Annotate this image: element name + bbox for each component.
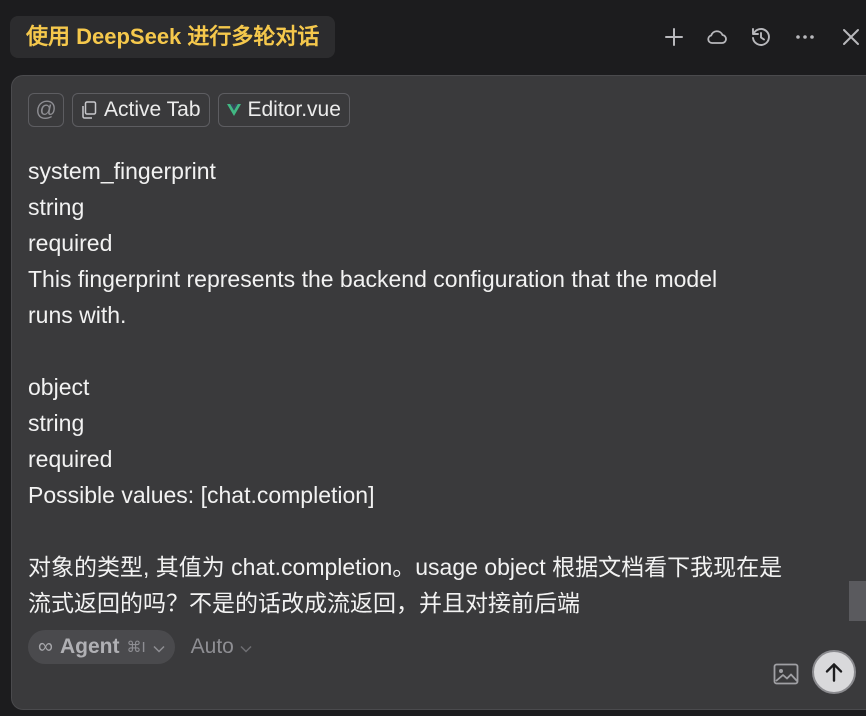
- message-line: Possible values: [chat.completion]: [28, 482, 375, 508]
- message-line: runs with.: [28, 302, 127, 328]
- message-line: object: [28, 374, 90, 400]
- file-chip[interactable]: Editor.vue: [217, 93, 350, 127]
- chat-composer[interactable]: @ Active Tab Editor.vue system_fingerpri…: [11, 75, 866, 710]
- cloud-icon[interactable]: [704, 24, 730, 50]
- agent-mode-selector[interactable]: ∞ Agent ⌘I: [28, 630, 175, 664]
- model-selector[interactable]: Auto: [191, 635, 252, 659]
- message-line: [28, 513, 828, 549]
- copy-icon: [81, 101, 97, 119]
- history-icon[interactable]: [748, 24, 774, 50]
- composer-footer: ∞ Agent ⌘I Auto: [28, 630, 252, 664]
- close-icon[interactable]: [838, 24, 864, 50]
- message-line: required: [28, 230, 113, 256]
- message-line: system_fingerprint: [28, 158, 216, 184]
- message-line: 对象的类型, 其值为 chat.completion。usage object …: [28, 554, 783, 580]
- model-label: Auto: [190, 635, 234, 658]
- message-line: [28, 333, 828, 369]
- message-line: string: [28, 194, 85, 220]
- chevron-down-icon: [240, 635, 252, 659]
- agent-mode-label: Agent: [59, 635, 120, 658]
- message-line: 流式返回的吗？不是的话改成流返回，并且对接前后端: [28, 590, 580, 616]
- send-button[interactable]: [812, 650, 856, 694]
- plus-icon[interactable]: [661, 24, 687, 50]
- message-line: required: [28, 446, 113, 472]
- message-line: string: [28, 410, 85, 436]
- more-icon[interactable]: [792, 24, 818, 50]
- mention-button[interactable]: @: [28, 93, 64, 127]
- vue-icon: [226, 104, 241, 116]
- chevron-down-icon: [153, 635, 165, 659]
- chat-title[interactable]: 使用 DeepSeek 进行多轮对话: [10, 16, 336, 58]
- arrow-up-icon: [825, 663, 843, 682]
- image-icon[interactable]: [773, 663, 801, 687]
- file-chip-label: Editor.vue: [247, 98, 341, 121]
- context-chips: @ Active Tab Editor.vue: [28, 93, 350, 127]
- message-line: This fingerprint represents the backend …: [28, 266, 718, 292]
- active-tab-label: Active Tab: [104, 98, 201, 121]
- agent-shortcut: ⌘I: [126, 639, 146, 656]
- active-tab-chip[interactable]: Active Tab: [72, 93, 210, 127]
- title-bar: 使用 DeepSeek 进行多轮对话: [0, 0, 866, 76]
- scrollbar-thumb[interactable]: [849, 581, 866, 621]
- infinity-icon: ∞: [38, 635, 53, 658]
- message-input[interactable]: system_fingerprintstring required This fin…: [28, 153, 828, 621]
